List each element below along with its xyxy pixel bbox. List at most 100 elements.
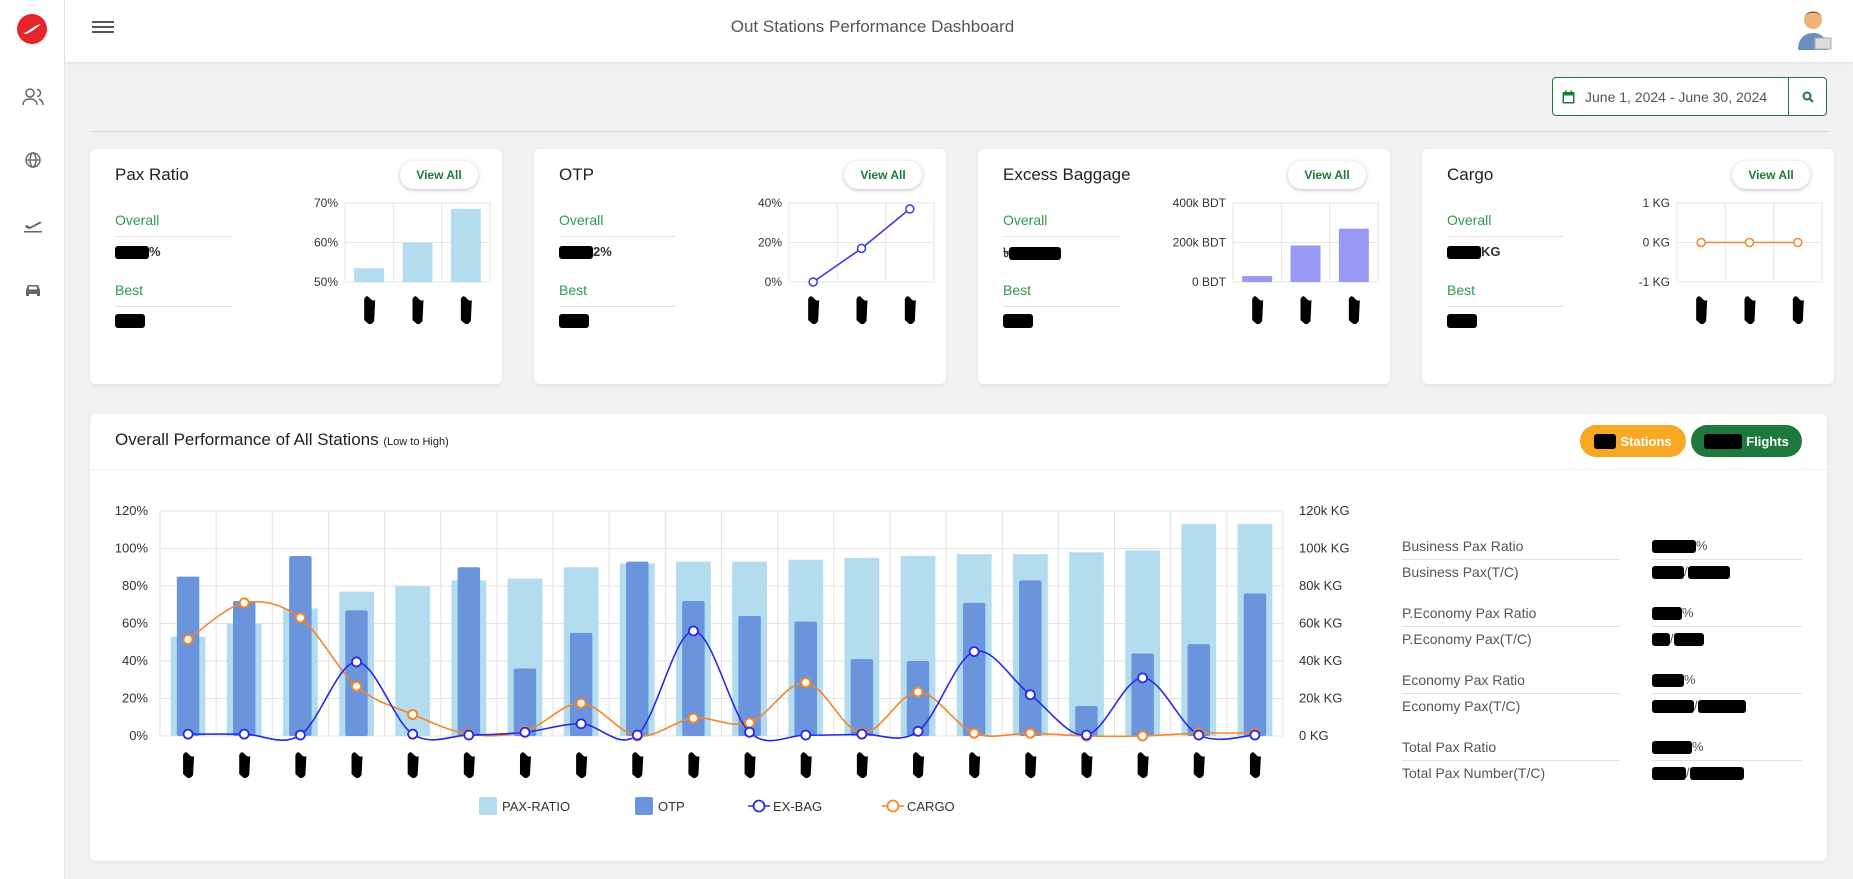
ratio-label: Economy Pax(T/C) <box>1402 698 1521 714</box>
y-right-tick-label: 0 KG <box>1299 728 1329 743</box>
ratio-value: % <box>1652 538 1708 554</box>
divider <box>115 306 232 307</box>
page-title: Out Stations Performance Dashboard <box>730 17 1015 36</box>
best-label: Best <box>559 282 588 298</box>
ratio-label: Business Pax Ratio <box>1402 538 1524 554</box>
airline-logo[interactable] <box>17 14 47 44</box>
overall-performance-panel: Overall Performance of All Stations (Low… <box>90 414 1827 861</box>
y-tick-label: 0% <box>765 275 783 289</box>
cargo-point <box>968 727 980 739</box>
overall-label: Overall <box>559 212 604 228</box>
x-tick-label <box>1137 752 1149 779</box>
y-tick-label: 400k BDT <box>1173 196 1227 210</box>
y-right-tick-label: 40k KG <box>1299 653 1342 668</box>
ex-bag-point <box>463 729 475 741</box>
best-label: Best <box>115 282 144 298</box>
cargo-point <box>800 677 812 689</box>
y-tick-label: 60% <box>314 236 338 250</box>
ex-bag-point <box>912 725 924 737</box>
ex-bag-point <box>1024 689 1036 701</box>
panel-title: Overall Performance of All Stations (Low… <box>115 430 449 449</box>
ex-bag-point <box>968 646 980 658</box>
ratio-value: / <box>1652 698 1746 714</box>
stations-count-button[interactable]: Stations <box>1580 425 1686 457</box>
cargo-point <box>238 597 250 609</box>
ex-bag-point <box>856 728 868 740</box>
ex-bag-point <box>1249 729 1261 741</box>
card-title: Cargo <box>1447 165 1494 184</box>
divider <box>1003 306 1120 307</box>
card-pax-ratio: Pax Ratio View All Overall % Best 70% 60%… <box>90 149 502 384</box>
y-right-tick-label: 120k KG <box>1299 503 1350 518</box>
car-icon[interactable] <box>20 277 46 303</box>
ex-bag-point <box>407 728 419 740</box>
ex-bag-point <box>800 729 812 741</box>
otp-bar <box>457 567 481 736</box>
card-chart: 70% 60% 50% <box>314 196 491 325</box>
ex-bag-point <box>1193 729 1205 741</box>
users-icon[interactable] <box>20 84 46 110</box>
ex-bag-point <box>351 656 362 668</box>
cargo-point <box>912 686 924 698</box>
legend-item-cargo[interactable]: CARGO <box>882 799 955 814</box>
x-tick-label <box>904 296 916 325</box>
ex-bag-point <box>519 726 531 738</box>
ratio-value: % <box>1652 739 1704 755</box>
x-tick-label <box>1081 752 1093 779</box>
panel-subtitle: (Low to High) <box>383 436 449 448</box>
ratio-value: / <box>1652 765 1744 781</box>
ex-bag-point <box>182 728 194 740</box>
date-range-picker[interactable]: June 1, 2024 - June 30, 2024 <box>1552 77 1827 116</box>
ex-bag-point <box>575 718 587 730</box>
ratio-label: P.Economy Pax(T/C) <box>1402 631 1532 647</box>
best-value <box>1447 312 1477 328</box>
y-left-tick-label: 60% <box>122 616 148 631</box>
legend-item-otp[interactable]: OTP <box>635 797 685 815</box>
plane-icon[interactable] <box>20 212 46 238</box>
otp-bar <box>906 661 930 736</box>
otp-bar <box>1019 580 1042 736</box>
point <box>1793 237 1803 248</box>
avatar[interactable] <box>1793 8 1833 50</box>
x-tick-label <box>969 752 981 779</box>
divider <box>559 306 676 307</box>
cargo-point <box>294 612 306 624</box>
search-button[interactable] <box>1788 78 1826 115</box>
legend-label: CARGO <box>907 799 955 814</box>
ratio-row: Economy Pax Ratio % <box>1402 668 1802 694</box>
otp-bar <box>1131 653 1154 736</box>
y-tick-label: 40% <box>758 196 782 210</box>
overall-value: ৳ <box>1003 244 1062 265</box>
x-tick-label <box>800 752 812 779</box>
ratio-label: Economy Pax Ratio <box>1402 672 1525 688</box>
bar <box>1242 276 1273 282</box>
ratio-value: % <box>1652 672 1696 688</box>
cargo-point <box>407 708 419 720</box>
legend-item-ex-bag[interactable]: EX-BAG <box>748 799 822 814</box>
otp-bar <box>962 602 986 736</box>
x-tick-label <box>412 296 424 325</box>
x-tick-label <box>295 752 307 779</box>
cargo-point <box>744 717 756 729</box>
y-right-tick-label: 80k KG <box>1299 578 1342 593</box>
card-title: Pax Ratio <box>115 165 189 184</box>
divider <box>115 236 232 237</box>
cargo-point <box>575 697 587 709</box>
divider <box>1447 236 1564 237</box>
y-left-tick-label: 0% <box>129 728 148 743</box>
card-cargo: Cargo View All Overall KG Best 1 KG 0 KG -… <box>1422 149 1834 384</box>
globe-icon[interactable] <box>20 147 46 173</box>
flights-count-button[interactable]: Flights <box>1691 425 1802 457</box>
point <box>856 243 867 254</box>
x-tick-label <box>1193 752 1205 779</box>
ex-bag-point <box>294 729 306 741</box>
y-tick-label: 0 BDT <box>1192 275 1227 289</box>
ratio-row: Business Pax(T/C) / <box>1402 560 1802 586</box>
bar <box>1338 228 1369 282</box>
y-tick-label: 0 KG <box>1643 236 1670 250</box>
calendar-icon <box>1553 90 1583 104</box>
legend-item-pax-ratio[interactable]: PAX-RATIO <box>479 797 570 815</box>
divider <box>90 131 1828 132</box>
x-tick-label <box>463 752 475 779</box>
legend-label: EX-BAG <box>773 799 822 814</box>
